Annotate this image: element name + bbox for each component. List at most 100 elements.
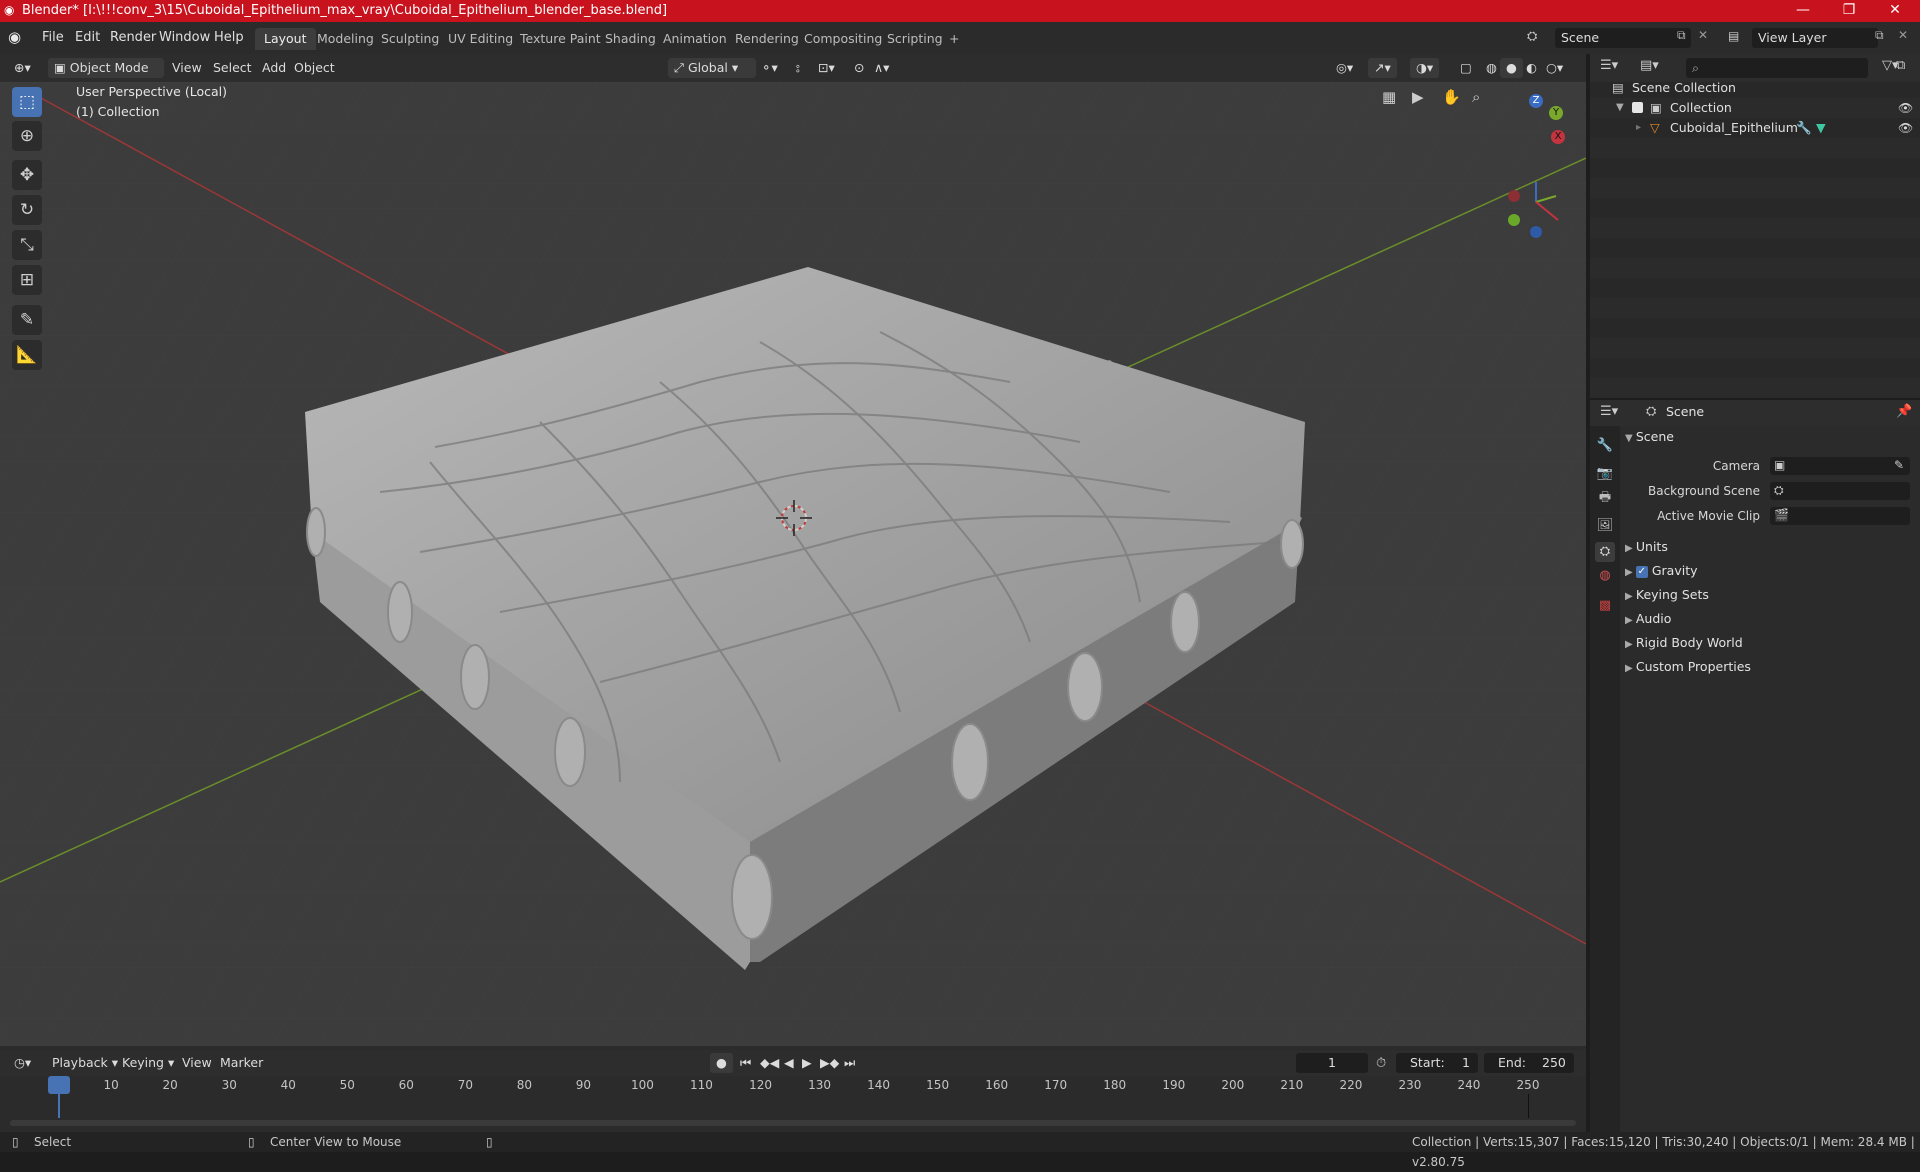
maximize-button[interactable]: ❐ [1826,0,1872,22]
add-menu[interactable]: Add [256,58,292,78]
jump-end-icon[interactable]: ⏭ [838,1053,861,1073]
rendered-shading-icon[interactable]: ○▾ [1540,58,1569,78]
rotate-tool-icon[interactable]: ↻ [12,195,42,225]
xray-icon[interactable]: ▢ [1454,58,1478,78]
outliner-editor-icon[interactable]: ☰▾ [1600,58,1618,73]
grid-view-icon[interactable]: ▦ [1382,88,1396,106]
select-menu[interactable]: Select [207,58,258,78]
add-workspace-button[interactable]: + [940,28,968,50]
stopwatch-icon[interactable]: ⏱ [1376,1056,1386,1071]
new-scene-icon[interactable]: ⧉ [1677,28,1686,43]
end-frame-field[interactable]: End: 250 [1484,1053,1574,1073]
timeline-view-menu[interactable]: View [176,1053,218,1073]
record-button[interactable]: ● [710,1053,733,1073]
cursor-tool-icon[interactable]: ⊕ [12,121,42,151]
collection-checkbox[interactable] [1632,102,1643,113]
falloff-icon[interactable]: ∧▾ [868,58,895,78]
tool-tab-icon[interactable]: 🔧 [1595,436,1615,456]
scene-tab-icon[interactable]: ⛭ [1595,542,1615,562]
world-tab-icon[interactable]: ◍ [1595,566,1615,586]
modifier-wrench-icon[interactable]: 🔧 [1796,118,1812,138]
eyedropper-icon[interactable]: ✎ [1894,458,1904,472]
mode-dropdown[interactable]: ▣ Object Mode ▾ [48,58,164,95]
blender-menu-icon[interactable]: ◉ [8,28,26,46]
transform-orientation-dropdown[interactable]: ⤢ Global ▾ [668,58,756,78]
select-box-tool-icon[interactable]: ⬚ [12,87,42,117]
active-movie-clip-field[interactable]: 🎬 [1770,507,1910,525]
properties-editor-icon[interactable]: ☰▾ [1600,404,1618,419]
current-frame-field[interactable]: 1 [1296,1053,1368,1073]
overlay-toggle-icon[interactable]: ◑▾ [1410,58,1440,78]
transform-tool-icon[interactable]: ⊞ [12,265,42,295]
new-collection-icon[interactable]: ⧉ [1896,58,1905,73]
background-scene-field[interactable]: ⛭ [1770,482,1910,500]
outliner-row-scene-collection[interactable]: ▤ Scene Collection [1590,78,1920,98]
snap-icon[interactable]: ⦂ [790,58,806,78]
pivot-icon[interactable]: ⚬▾ [755,58,784,78]
menu-help[interactable]: Help [207,28,251,48]
custom-properties-section[interactable]: ▶ Custom Properties [1625,656,1751,678]
new-view-layer-icon[interactable]: ⧉ [1875,28,1884,43]
mesh-data-icon[interactable]: ▼ [1816,118,1826,138]
menu-file[interactable]: File [35,28,71,48]
visibility-icon[interactable]: ◎▾ [1330,58,1359,78]
gizmo-y-label[interactable]: Y [1549,106,1563,120]
tab-texture-paint[interactable]: Texture Paint [511,28,610,50]
expand-arrow-icon[interactable]: ▼ [1616,98,1624,118]
keying-sets-section[interactable]: ▶ Keying Sets [1625,584,1709,606]
keying-menu[interactable]: Keying ▾ [116,1053,180,1073]
menu-edit[interactable]: Edit [68,28,107,48]
measure-tool-icon[interactable]: 📐 [12,340,42,370]
minimize-button[interactable]: — [1780,0,1826,22]
rigid-body-world-section[interactable]: ▶ Rigid Body World [1625,632,1743,654]
camera-view-icon[interactable]: ▶ [1412,88,1424,106]
outliner-search-input[interactable]: ⌕ [1686,58,1868,78]
view-menu[interactable]: View [166,58,208,78]
start-frame-field[interactable]: Start: 1 [1396,1053,1478,1073]
gizmo-toggle-icon[interactable]: ↗▾ [1368,58,1397,78]
outliner-row-collection[interactable]: ▼ ▣ Collection 👁 [1590,98,1920,118]
3d-viewport[interactable]: Z Y X User Perspective (Local) (1) Colle… [0,82,1586,1046]
tab-uv-editing[interactable]: UV Editing [439,28,522,50]
delete-scene-icon[interactable]: ✕ [1698,28,1708,42]
move-tool-icon[interactable]: ✥ [12,160,42,190]
gravity-section[interactable]: ▶ ✓ Gravity [1625,560,1698,582]
gravity-checkbox[interactable]: ✓ [1635,565,1648,578]
marker-menu[interactable]: Marker [214,1053,269,1073]
view-layer-field[interactable]: View Layer [1752,28,1878,48]
camera-field[interactable]: ▣ ✎ [1770,457,1910,475]
gizmo-x-label[interactable]: X [1551,130,1565,144]
timeline-scrollbar[interactable] [10,1120,1576,1126]
scene-section-header[interactable]: ▼ Scene [1625,426,1915,448]
gizmo-z-label[interactable]: Z [1529,94,1543,108]
eye-icon[interactable]: 👁 [1898,118,1913,138]
texture-tab-icon[interactable]: ▩ [1595,596,1615,616]
outliner-row-object[interactable]: ▸ ▽ Cuboidal_Epithelium 🔧 ▼ 👁 [1590,118,1920,138]
playhead[interactable] [48,1076,70,1094]
display-mode-icon[interactable]: ▤▾ [1640,58,1659,73]
tab-sculpting[interactable]: Sculpting [372,28,448,50]
eye-icon[interactable]: 👁 [1898,98,1913,118]
view-layer-tab-icon[interactable]: 🖼 [1595,516,1615,536]
delete-view-layer-icon[interactable]: ✕ [1898,28,1908,42]
render-tab-icon[interactable]: 📷 [1595,464,1615,484]
audio-section[interactable]: ▶ Audio [1625,608,1671,630]
tab-animation[interactable]: Animation [654,28,736,50]
close-button[interactable]: ✕ [1872,0,1918,22]
timeline-editor-icon[interactable]: ◷▾ [8,1053,37,1073]
pin-icon[interactable]: 📌 [1896,404,1912,419]
playback-menu[interactable]: Playback ▾ [46,1053,124,1073]
editor-type-icon[interactable]: ⊕▾ [8,58,37,78]
annotate-tool-icon[interactable]: ✎ [12,305,42,335]
zoom-icon[interactable]: ⌕ [1472,88,1480,106]
snap-target-icon[interactable]: ⊡▾ [812,58,841,78]
units-section[interactable]: ▶ Units [1625,536,1668,558]
object-menu[interactable]: Object [288,58,341,78]
pan-hand-icon[interactable]: ✋ [1442,88,1461,106]
tab-layout[interactable]: Layout [255,28,316,50]
expand-arrow-icon[interactable]: ▸ [1636,118,1641,138]
output-tab-icon[interactable]: 🖶 [1595,488,1615,508]
scale-tool-icon[interactable]: ⤡ [12,230,42,260]
tab-compositing[interactable]: Compositing [795,28,891,50]
scene-field[interactable]: Scene [1555,28,1691,48]
